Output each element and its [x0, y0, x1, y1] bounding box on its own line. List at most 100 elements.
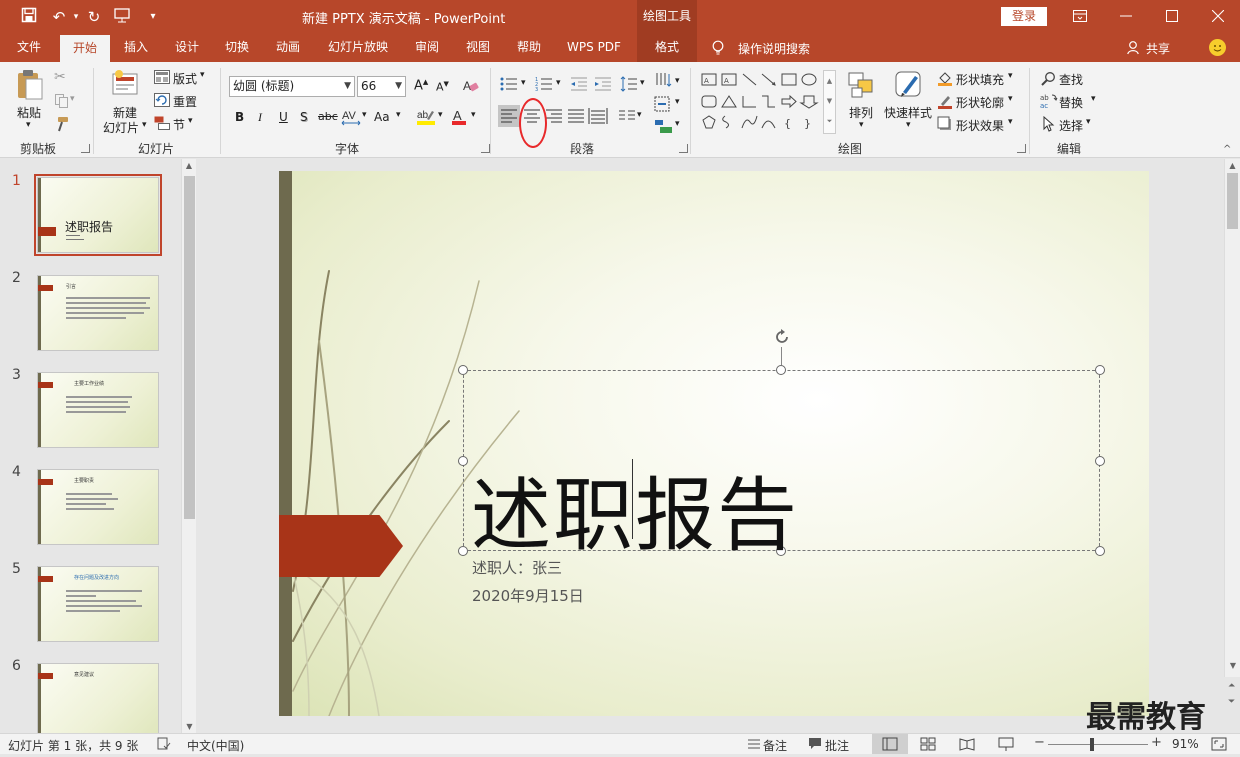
character-spacing-icon[interactable]: AV	[341, 108, 361, 129]
shadow-button[interactable]: S	[300, 110, 308, 124]
rotate-handle-icon[interactable]	[772, 327, 792, 350]
resize-handle[interactable]	[458, 365, 468, 375]
paste-dropdown-icon[interactable]: ▾	[26, 120, 31, 130]
font-color-dropdown-icon[interactable]: ▾	[471, 110, 476, 120]
share-button[interactable]: 共享	[1146, 40, 1170, 57]
tab-view[interactable]: 视图	[456, 34, 500, 62]
spellcheck-icon[interactable]	[157, 737, 171, 754]
resize-handle[interactable]	[776, 365, 786, 375]
cut-icon[interactable]: ✂	[54, 69, 66, 85]
shape-fill-dropdown-icon[interactable]: ▾	[1008, 71, 1013, 81]
numbering-dropdown-icon[interactable]: ▾	[556, 78, 561, 88]
clipboard-launcher-icon[interactable]	[81, 144, 90, 153]
shape-fill-button[interactable]: 形状填充	[956, 71, 1004, 88]
scroll-up-arrow-icon[interactable]: ▲	[1225, 161, 1240, 170]
slide-thumbnail-2[interactable]: 引言	[37, 275, 159, 351]
maximize-icon[interactable]	[1162, 7, 1182, 27]
font-name-combo[interactable]: 幼圆 (标题) ▼	[229, 76, 355, 97]
convert-smartart-icon[interactable]	[654, 118, 674, 137]
reset-button[interactable]: 重置	[173, 93, 197, 110]
paragraph-launcher-icon[interactable]	[679, 144, 688, 153]
gallery-more-icon[interactable]: ⏷	[824, 111, 835, 131]
next-slide-icon[interactable]: ⏷	[1228, 697, 1235, 707]
decrease-indent-icon[interactable]	[570, 76, 588, 95]
save-icon[interactable]	[19, 7, 39, 27]
tell-me-search[interactable]: 操作说明搜索	[738, 40, 810, 57]
new-slide-icon[interactable]	[110, 68, 140, 101]
shape-outline-button[interactable]: 形状轮廓	[956, 94, 1004, 111]
format-painter-icon[interactable]	[54, 116, 70, 135]
shape-effects-icon[interactable]	[937, 116, 953, 135]
line-spacing-dropdown-icon[interactable]: ▾	[640, 78, 645, 88]
slide-thumbnail-6[interactable]: 意见建议	[37, 663, 159, 739]
tab-slideshow[interactable]: 幻灯片放映	[322, 34, 394, 62]
slide-title-text[interactable]: 述职报告	[471, 451, 799, 567]
line-spacing-icon[interactable]	[620, 76, 638, 95]
zoom-out-icon[interactable]: −	[1034, 735, 1045, 750]
scroll-up-icon[interactable]: ▲	[824, 71, 835, 91]
new-slide-label-line2[interactable]: 幻灯片	[103, 119, 139, 136]
copy-dropdown-icon[interactable]: ▾	[70, 94, 75, 104]
font-color-icon[interactable]: A	[451, 108, 467, 129]
zoom-in-icon[interactable]: +	[1151, 735, 1162, 750]
tab-format[interactable]: 格式	[637, 34, 697, 62]
minimize-icon[interactable]	[1116, 7, 1136, 27]
zoom-slider-track[interactable]	[1048, 744, 1148, 745]
tab-wps-pdf[interactable]: WPS PDF	[560, 34, 628, 62]
underline-button[interactable]: U	[279, 110, 288, 124]
scroll-up-arrow-icon[interactable]: ▲	[182, 161, 196, 170]
normal-view-button[interactable]	[872, 734, 908, 754]
increase-font-size-icon[interactable]: A▲	[414, 78, 428, 93]
comments-button[interactable]: 批注	[825, 737, 849, 754]
reset-icon[interactable]	[154, 93, 170, 110]
section-dropdown-icon[interactable]: ▾	[188, 116, 193, 126]
tab-design[interactable]: 设计	[165, 34, 209, 62]
slideshow-view-icon[interactable]	[998, 736, 1014, 755]
resize-handle[interactable]	[458, 546, 468, 556]
highlight-icon[interactable]: ab	[416, 108, 436, 129]
italic-button[interactable]: I	[258, 110, 262, 125]
font-launcher-icon[interactable]	[481, 144, 490, 153]
slide-sorter-icon[interactable]	[920, 736, 936, 755]
tab-file[interactable]: 文件	[6, 34, 52, 62]
copy-icon[interactable]	[54, 93, 70, 112]
slide-thumbnail-5[interactable]: 存在问题及改进方向	[37, 566, 159, 642]
new-slide-dropdown-icon[interactable]: ▾	[142, 120, 147, 130]
distributed-button[interactable]	[587, 105, 609, 127]
slide-thumbnail-3[interactable]: 主要工作业绩	[37, 372, 159, 448]
shapes-gallery-scroll[interactable]: ▲ ▼ ⏷	[823, 70, 836, 134]
ribbon-display-options-icon[interactable]	[1070, 7, 1090, 27]
char-spacing-dropdown-icon[interactable]: ▾	[362, 110, 367, 120]
tab-home[interactable]: 开始	[60, 35, 110, 62]
scrollbar-thumb[interactable]	[1227, 173, 1238, 229]
strikethrough-button[interactable]: abc	[318, 110, 338, 123]
quick-styles-button[interactable]: 快速样式	[884, 104, 932, 121]
clear-formatting-icon[interactable]: A	[463, 78, 479, 97]
scrollbar-thumb[interactable]	[184, 176, 195, 519]
quick-styles-icon[interactable]	[893, 68, 925, 103]
shape-outline-dropdown-icon[interactable]: ▾	[1008, 94, 1013, 104]
shape-fill-icon[interactable]	[937, 70, 953, 89]
share-person-icon[interactable]	[1127, 40, 1141, 58]
notes-icon[interactable]	[747, 737, 761, 753]
zoom-slider-thumb[interactable]	[1090, 738, 1094, 751]
bold-button[interactable]: B	[235, 110, 244, 124]
section-icon[interactable]	[154, 116, 170, 133]
previous-slide-icon[interactable]: ⏶	[1228, 681, 1235, 691]
bullets-dropdown-icon[interactable]: ▾	[521, 78, 526, 88]
replace-dropdown-icon[interactable]: ▾	[1091, 94, 1096, 104]
replace-button[interactable]: 替换	[1059, 94, 1083, 111]
shape-outline-icon[interactable]	[937, 93, 953, 112]
change-case-button[interactable]: Aa	[374, 110, 390, 124]
login-button[interactable]: 登录	[1001, 7, 1047, 26]
arrange-dropdown-icon[interactable]: ▾	[859, 120, 864, 130]
language-status[interactable]: 中文(中国)	[187, 737, 244, 754]
quick-styles-dropdown-icon[interactable]: ▾	[906, 120, 911, 130]
slide-thumbnail-4[interactable]: 主要职责	[37, 469, 159, 545]
bullets-icon[interactable]	[500, 76, 518, 95]
decrease-font-size-icon[interactable]: A▼	[436, 80, 449, 94]
scroll-down-arrow-icon[interactable]: ▼	[182, 722, 197, 731]
customize-qat-icon[interactable]: ▾	[143, 7, 163, 27]
scroll-down-arrow-icon[interactable]: ▼	[1225, 661, 1240, 670]
subtitle-date[interactable]: 2020年9月15日	[472, 585, 584, 606]
